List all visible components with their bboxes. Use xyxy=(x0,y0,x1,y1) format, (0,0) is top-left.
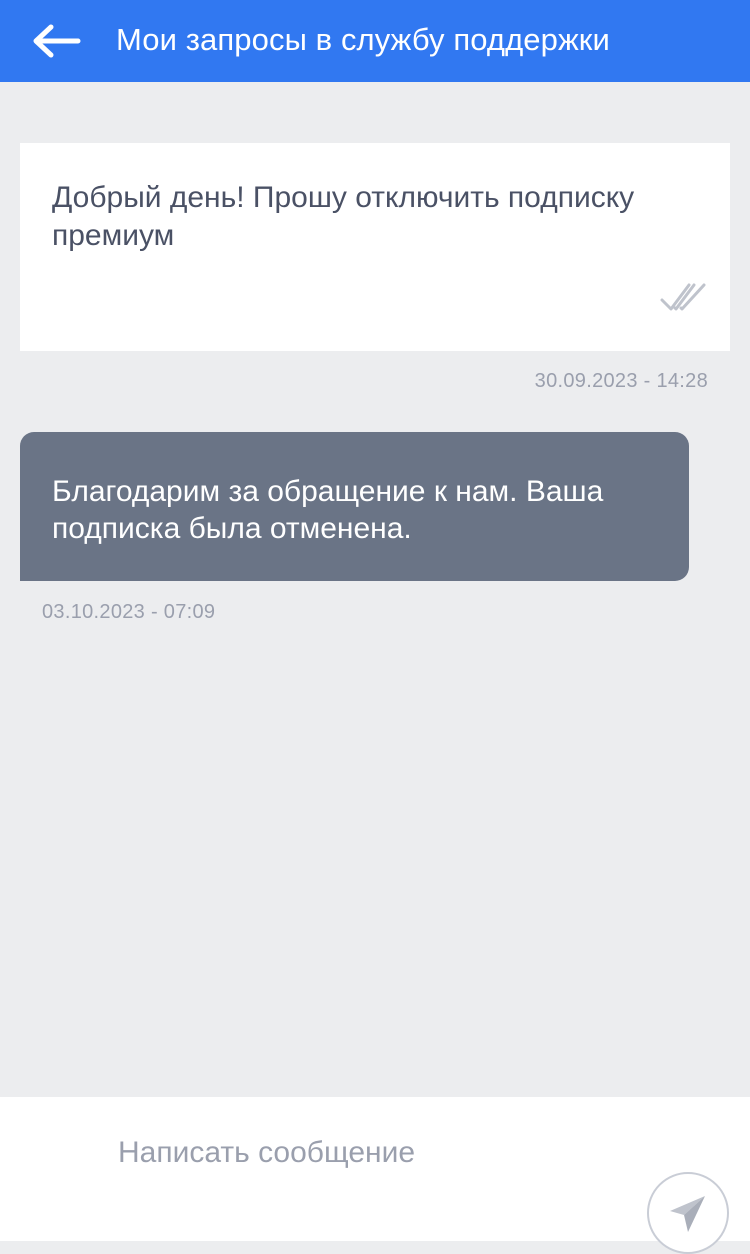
message-composer xyxy=(0,1097,750,1254)
message-thread: Добрый день! Прошу отключить подписку пр… xyxy=(0,82,750,1097)
arrow-left-icon xyxy=(33,24,81,58)
outgoing-message: Добрый день! Прошу отключить подписку пр… xyxy=(20,143,730,351)
incoming-message-timestamp: 03.10.2023 - 07:09 xyxy=(42,601,216,623)
app-bar: Мои запросы в службу поддержки xyxy=(0,0,750,82)
back-button[interactable] xyxy=(24,14,88,68)
incoming-message-text: Благодарим за обращение к нам. Ваша подп… xyxy=(52,475,604,545)
send-button[interactable] xyxy=(647,1172,729,1254)
message-input[interactable] xyxy=(100,1125,620,1181)
outgoing-message-text: Добрый день! Прошу отключить подписку пр… xyxy=(52,181,635,252)
double-check-icon xyxy=(660,283,706,311)
page-title: Мои запросы в службу поддержки xyxy=(116,22,610,57)
outgoing-message-timestamp: 30.09.2023 - 14:28 xyxy=(534,370,708,392)
send-icon xyxy=(670,1196,705,1232)
incoming-message: Благодарим за обращение к нам. Ваша подп… xyxy=(20,432,689,581)
